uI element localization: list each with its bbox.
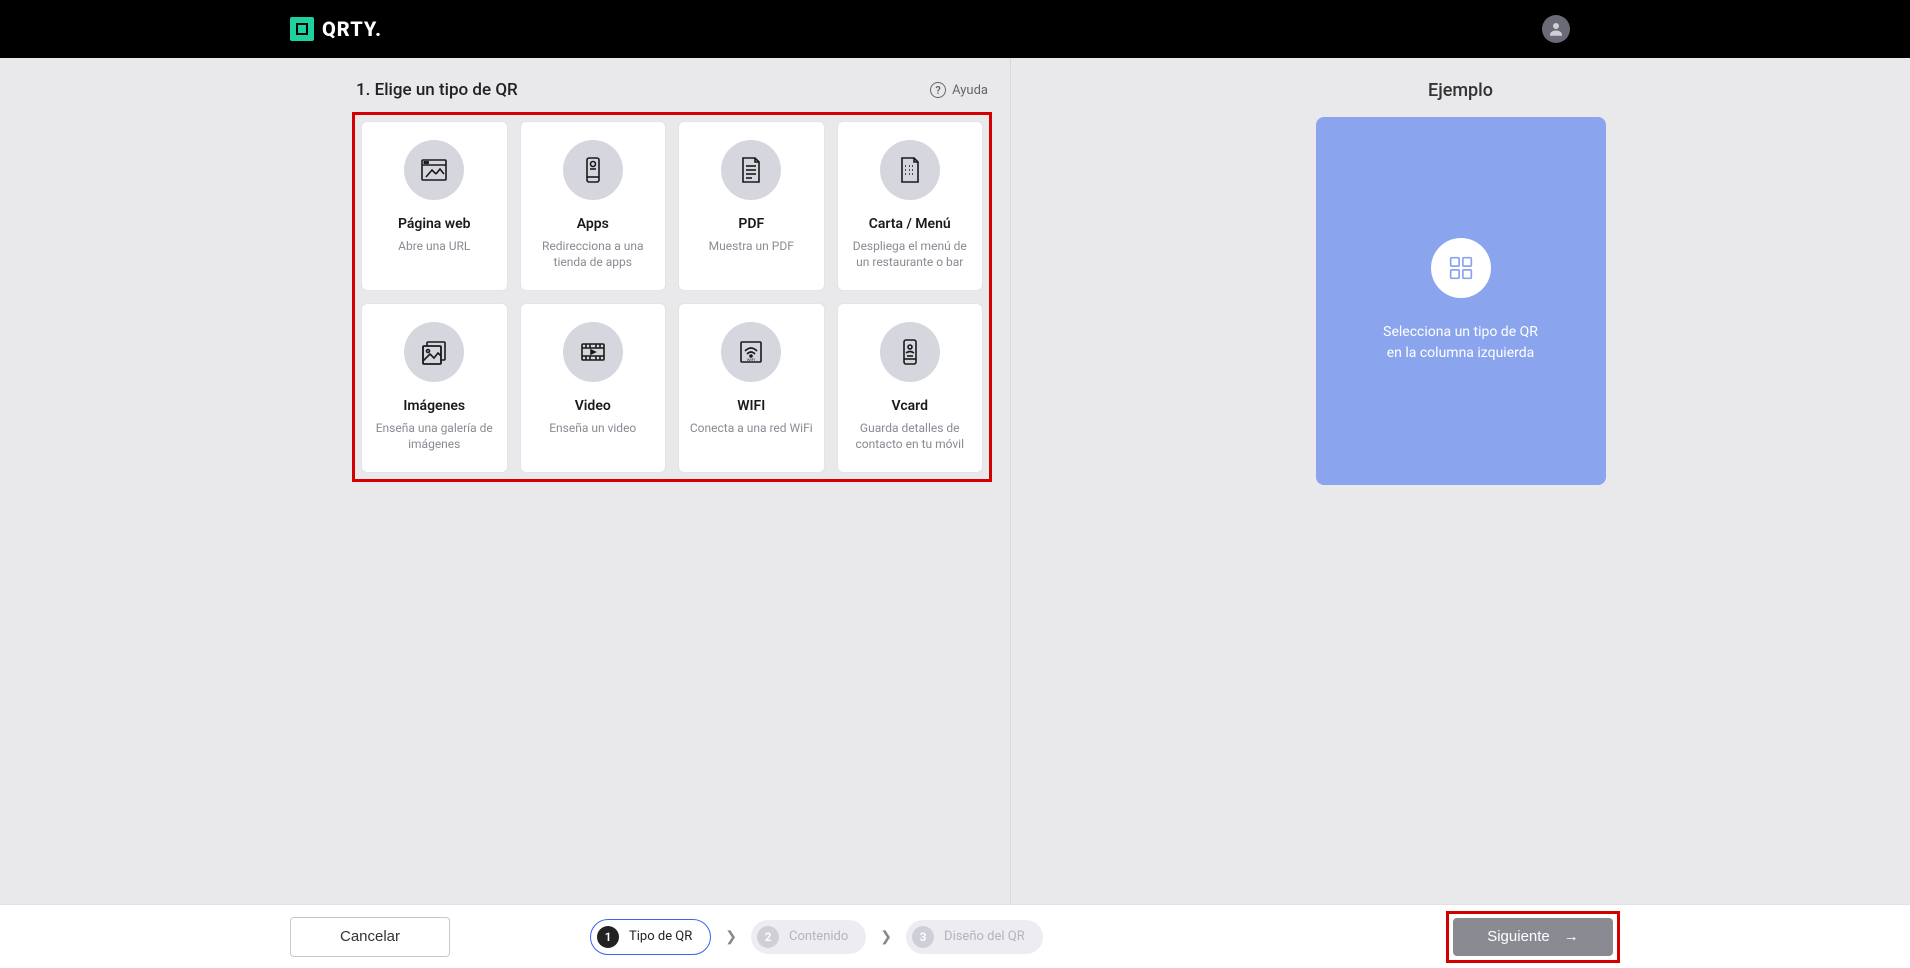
next-button[interactable]: Siguiente →: [1453, 918, 1613, 956]
step-contenido: 2 Contenido: [751, 920, 866, 954]
step-tipo-de-qr[interactable]: 1 Tipo de QR: [590, 919, 711, 955]
card-vcard[interactable]: Vcard Guarda detalles de contacto en tu …: [837, 303, 984, 473]
example-heading: Ejemplo: [1428, 80, 1493, 101]
card-title: Apps: [577, 216, 609, 232]
card-pdf[interactable]: PDF Muestra un PDF: [678, 121, 825, 291]
menu-icon: [880, 140, 940, 200]
card-title: Video: [575, 398, 611, 414]
card-wifi[interactable]: WIFI WIFI Conecta a una red WiFi: [678, 303, 825, 473]
arrow-right-icon: →: [1564, 928, 1579, 945]
card-carta-menu[interactable]: Carta / Menú Despliega el menú de un res…: [837, 121, 984, 291]
card-desc: Abre una URL: [398, 238, 470, 254]
card-desc: Redirecciona a una tienda de apps: [531, 238, 656, 270]
app-header: QRTY.: [0, 0, 1910, 58]
step-number: 3: [912, 926, 934, 948]
qr-placeholder-icon: [1431, 238, 1491, 298]
next-button-highlight: Siguiente →: [1446, 911, 1620, 963]
step-number: 2: [757, 926, 779, 948]
step-number: 1: [597, 926, 619, 948]
section-title: 1. Elige un tipo de QR: [356, 80, 518, 100]
wizard-stepper: 1 Tipo de QR ❯ 2 Contenido ❯ 3 Diseño de…: [590, 919, 1043, 955]
person-icon: [1547, 20, 1565, 38]
card-desc: Muestra un PDF: [709, 238, 794, 254]
step-label: Diseño del QR: [944, 929, 1025, 944]
help-label: Ayuda: [952, 83, 988, 98]
card-title: Imágenes: [403, 398, 465, 414]
chevron-right-icon: ❯: [725, 929, 737, 945]
left-column: 1. Elige un tipo de QR ? Ayuda Página we…: [0, 58, 1010, 904]
chevron-right-icon: ❯: [880, 929, 892, 945]
video-icon: [563, 322, 623, 382]
brand-logo[interactable]: QRTY.: [290, 17, 382, 41]
help-icon: ?: [930, 82, 946, 98]
step-label: Tipo de QR: [629, 929, 692, 944]
card-desc: Despliega el menú de un restaurante o ba…: [848, 238, 973, 270]
card-apps[interactable]: Apps Redirecciona a una tienda de apps: [520, 121, 667, 291]
card-title: WIFI: [737, 398, 765, 414]
help-link[interactable]: ? Ayuda: [930, 82, 988, 98]
wifi-icon: WIFI: [721, 322, 781, 382]
card-desc: Enseña un video: [549, 420, 636, 436]
card-title: Carta / Menú: [869, 216, 951, 232]
apps-icon: [563, 140, 623, 200]
card-pagina-web[interactable]: Página web Abre una URL: [361, 121, 508, 291]
example-text-line2: en la columna izquierda: [1383, 343, 1538, 364]
card-title: Página web: [398, 216, 471, 232]
example-column: Ejemplo Selecciona un tipo de QR en la c…: [1010, 58, 1910, 904]
qr-type-grid-highlight: Página web Abre una URL Apps Redireccion…: [352, 112, 992, 482]
cancel-button[interactable]: Cancelar: [290, 917, 450, 957]
svg-text:WIFI: WIFI: [747, 357, 755, 362]
card-imagenes[interactable]: Imágenes Enseña una galería de imágenes: [361, 303, 508, 473]
next-button-label: Siguiente: [1487, 928, 1550, 945]
qr-type-grid: Página web Abre una URL Apps Redireccion…: [361, 121, 983, 473]
card-title: PDF: [738, 216, 764, 232]
card-desc: Conecta a una red WiFi: [690, 420, 813, 436]
logo-mark-icon: [290, 17, 314, 41]
card-video[interactable]: Video Enseña un video: [520, 303, 667, 473]
main-content: 1. Elige un tipo de QR ? Ayuda Página we…: [0, 58, 1910, 904]
webpage-icon: [404, 140, 464, 200]
step-diseno: 3 Diseño del QR: [906, 920, 1043, 954]
card-desc: Enseña una galería de imágenes: [372, 420, 497, 452]
example-text-line1: Selecciona un tipo de QR: [1383, 322, 1538, 343]
brand-text: QRTY.: [322, 17, 382, 41]
card-desc: Guarda detalles de contacto en tu móvil: [848, 420, 973, 452]
footer-bar: Cancelar 1 Tipo de QR ❯ 2 Contenido ❯ 3 …: [0, 904, 1910, 968]
pdf-icon: [721, 140, 781, 200]
user-avatar[interactable]: [1542, 15, 1570, 43]
example-placeholder: Selecciona un tipo de QR en la columna i…: [1316, 117, 1606, 485]
vcard-icon: [880, 322, 940, 382]
step-label: Contenido: [789, 929, 848, 944]
images-icon: [404, 322, 464, 382]
card-title: Vcard: [892, 398, 928, 414]
